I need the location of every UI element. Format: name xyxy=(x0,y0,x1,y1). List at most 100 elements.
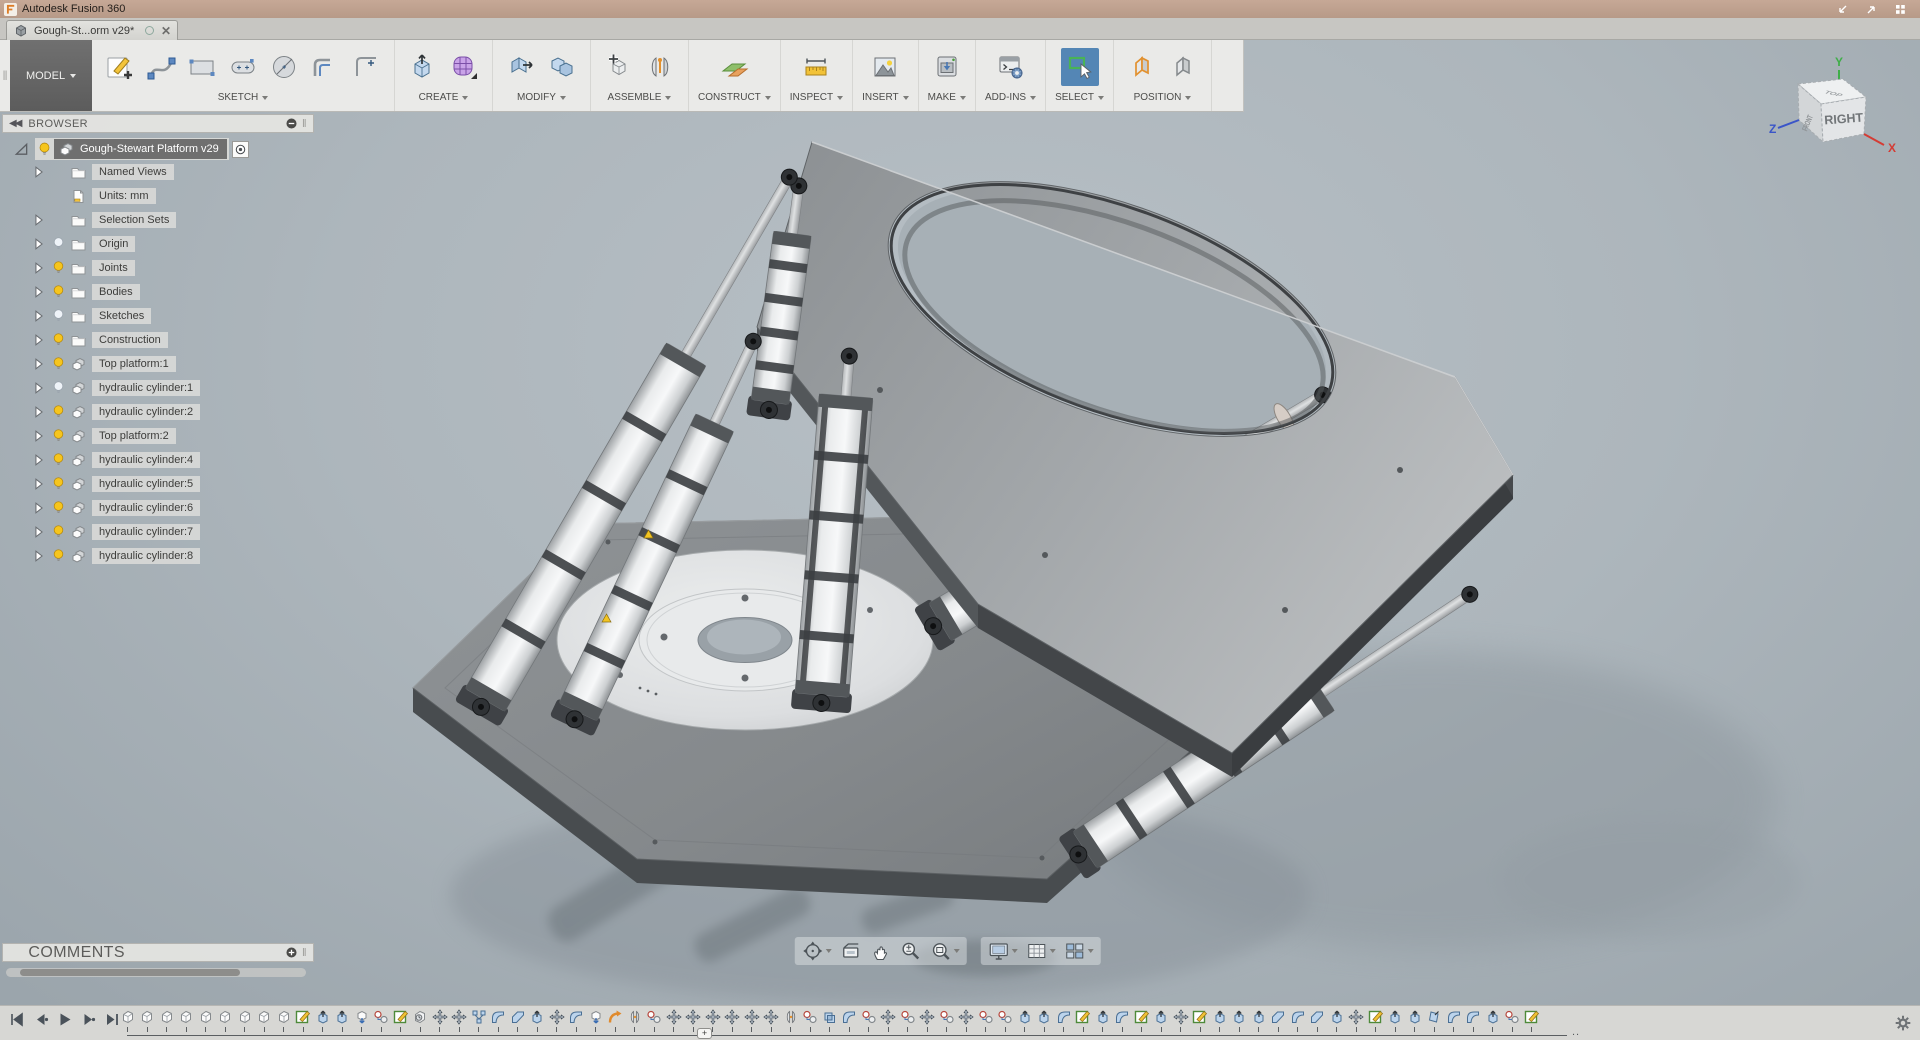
expand-arrow-icon[interactable] xyxy=(32,189,46,203)
timeline-feature-sketch[interactable] xyxy=(294,1009,314,1032)
timeline-feature-asbuilt[interactable] xyxy=(1503,1009,1523,1032)
timeline-feature-extrude[interactable] xyxy=(333,1009,353,1032)
timeline-feature-extrude[interactable] xyxy=(1152,1009,1172,1032)
menu-assemble[interactable]: ASSEMBLE xyxy=(608,92,672,103)
timeline-feature-sketch[interactable] xyxy=(1191,1009,1211,1032)
canvas-icon[interactable] xyxy=(866,48,904,86)
timeline-feature-joint[interactable] xyxy=(625,1009,645,1032)
timeline-feature-box[interactable] xyxy=(157,1009,177,1032)
timeline-feature-move[interactable] xyxy=(879,1009,899,1032)
plane-icon[interactable] xyxy=(715,48,753,86)
browser-item-selection-sets[interactable]: Selection Sets xyxy=(2,208,314,232)
timeline-feature-extrude[interactable] xyxy=(1327,1009,1347,1032)
timeline-feature-primitive[interactable] xyxy=(411,1009,431,1032)
timeline-feature-extrude[interactable] xyxy=(1015,1009,1035,1032)
browser-item-top-platform-1[interactable]: Top platform:1 xyxy=(2,352,314,376)
select-icon[interactable] xyxy=(1061,48,1099,86)
grid-settings-icon[interactable] xyxy=(1025,939,1057,963)
look-at-icon[interactable] xyxy=(839,939,863,963)
combine-icon[interactable] xyxy=(543,48,581,86)
timeline-feature-chamfer[interactable] xyxy=(508,1009,528,1032)
timeline-feature-draft[interactable] xyxy=(1425,1009,1445,1032)
rectangle-icon[interactable] xyxy=(183,48,221,86)
expand-arrow-icon[interactable] xyxy=(32,261,46,275)
browser-item-hydraulic-cylinder-2[interactable]: hydraulic cylinder:2 xyxy=(2,400,314,424)
timeline-feature-sketch[interactable] xyxy=(1074,1009,1094,1032)
timeline-feature-comp-arrow[interactable] xyxy=(586,1009,606,1032)
browser-item-hydraulic-cylinder-1[interactable]: hydraulic cylinder:1 xyxy=(2,376,314,400)
timeline-feature-asbuilt[interactable] xyxy=(898,1009,918,1032)
timeline-feature-move[interactable] xyxy=(918,1009,938,1032)
window-maximize-icon[interactable] xyxy=(1866,4,1877,15)
spline-icon[interactable] xyxy=(142,48,180,86)
timeline-feature-fillet[interactable] xyxy=(567,1009,587,1032)
timeline-feature-box[interactable] xyxy=(216,1009,236,1032)
orbit-icon[interactable] xyxy=(801,939,833,963)
timeline-feature-extrude[interactable] xyxy=(313,1009,333,1032)
timeline-feature-extrude[interactable] xyxy=(1405,1009,1425,1032)
timeline-feature-box[interactable] xyxy=(274,1009,294,1032)
visibility-bulb-icon[interactable] xyxy=(51,452,66,468)
visibility-bulb-icon[interactable] xyxy=(51,236,66,252)
visibility-bulb-icon[interactable] xyxy=(51,404,66,420)
visibility-bulb-icon[interactable] xyxy=(51,524,66,540)
document-tab[interactable]: Gough-St...orm v29* ✕ xyxy=(6,20,178,40)
visibility-bulb-icon[interactable] xyxy=(51,548,66,564)
expand-arrow-icon[interactable] xyxy=(32,429,46,443)
expand-arrow-icon[interactable] xyxy=(32,525,46,539)
timeline-feature-move[interactable] xyxy=(664,1009,684,1032)
visibility-bulb-icon[interactable] xyxy=(51,164,66,180)
pan-icon[interactable] xyxy=(869,939,893,963)
browser-item-hydraulic-cylinder-6[interactable]: hydraulic cylinder:6 xyxy=(2,496,314,520)
timeline-feature-box[interactable] xyxy=(118,1009,138,1032)
menu-position[interactable]: POSITION xyxy=(1134,92,1192,103)
timeline-feature-extrude[interactable] xyxy=(1386,1009,1406,1032)
timeline-feature-box[interactable] xyxy=(177,1009,197,1032)
timeline-feature-move[interactable] xyxy=(450,1009,470,1032)
expand-arrow-icon[interactable] xyxy=(32,213,46,227)
menu-insert[interactable]: INSERT xyxy=(862,92,909,103)
menu-select[interactable]: SELECT xyxy=(1055,92,1104,103)
browser-header[interactable]: ◀◀ BROWSER ‖ xyxy=(2,114,314,133)
scripts-icon[interactable] xyxy=(992,48,1030,86)
scrollbar-thumb[interactable] xyxy=(20,969,240,976)
panel-grip[interactable]: ‖ xyxy=(302,118,307,130)
window-apps-icon[interactable] xyxy=(1895,4,1906,15)
timeline-feature-asbuilt[interactable] xyxy=(937,1009,957,1032)
zoom-icon[interactable] xyxy=(899,939,923,963)
comments-header[interactable]: ◀◀ COMMENTS ‖ xyxy=(2,943,314,962)
minus-circle-icon[interactable] xyxy=(285,117,298,130)
slot-icon[interactable] xyxy=(224,48,262,86)
timeline-feature-box[interactable] xyxy=(255,1009,275,1032)
timeline-feature-extrude[interactable] xyxy=(1093,1009,1113,1032)
form-icon[interactable] xyxy=(445,48,483,86)
circle-icon[interactable] xyxy=(265,48,303,86)
browser-item-bodies[interactable]: Bodies xyxy=(2,280,314,304)
menu-inspect[interactable]: INSPECT xyxy=(790,92,843,103)
expand-arrow-icon[interactable] xyxy=(32,237,46,251)
print3d-icon[interactable] xyxy=(928,48,966,86)
timeline-feature-fillet[interactable] xyxy=(840,1009,860,1032)
fit-icon[interactable] xyxy=(929,939,961,963)
plus-circle-icon[interactable] xyxy=(285,946,298,959)
expand-arrow-icon[interactable] xyxy=(32,453,46,467)
timeline-feature-move[interactable] xyxy=(547,1009,567,1032)
timeline-feature-fillet[interactable] xyxy=(1288,1009,1308,1032)
visibility-bulb-icon[interactable] xyxy=(51,380,66,396)
timeline-feature-chamfer[interactable] xyxy=(1269,1009,1289,1032)
visibility-bulb-icon[interactable] xyxy=(51,308,66,324)
timeline-feature-extrude[interactable] xyxy=(1230,1009,1250,1032)
expand-arrow-icon[interactable] xyxy=(32,285,46,299)
timeline-feature-fillet[interactable] xyxy=(1113,1009,1133,1032)
timeline-feature-fillet[interactable] xyxy=(1464,1009,1484,1032)
measure-icon[interactable] xyxy=(797,48,835,86)
timeline-feature-rigid[interactable] xyxy=(469,1009,489,1032)
timeline-feature-asbuilt[interactable] xyxy=(372,1009,392,1032)
timeline-feature-fillet[interactable] xyxy=(1054,1009,1074,1032)
timeline-feature-sketch[interactable] xyxy=(1366,1009,1386,1032)
timeline-feature-box[interactable] xyxy=(196,1009,216,1032)
browser-item-root[interactable]: Gough-Stewart Platform v29 xyxy=(14,138,314,160)
new-component-icon[interactable] xyxy=(600,48,638,86)
timeline-feature-asbuilt[interactable] xyxy=(996,1009,1016,1032)
extrude-icon[interactable] xyxy=(404,48,442,86)
